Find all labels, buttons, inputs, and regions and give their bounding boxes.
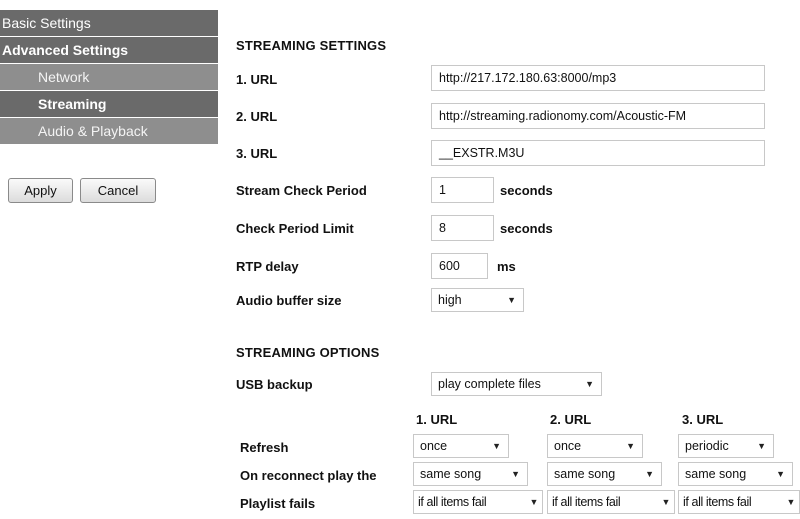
refresh-url3-select[interactable]: periodic ▼ [678, 434, 774, 458]
url2-input[interactable]: http://streaming.radionomy.com/Acoustic-… [431, 103, 765, 129]
url3-label: 3. URL [236, 146, 278, 161]
reconnect-url1-value: same song [420, 467, 482, 481]
stream-check-period-input[interactable]: 1 [431, 177, 494, 203]
url1-label: 1. URL [236, 72, 278, 87]
dropdown-arrow-icon: ▼ [511, 469, 520, 479]
refresh-url2-value: once [554, 439, 582, 453]
playlist-fails-url1-value: if all items fail [418, 495, 487, 509]
playlist-fails-url3-select[interactable]: if all items fail ▼ [678, 490, 800, 514]
dropdown-arrow-icon: ▼ [585, 379, 594, 389]
dropdown-arrow-icon: ▼ [507, 295, 516, 305]
playlist-fails-url3-value: if all items fail [683, 495, 752, 509]
audio-buffer-size-value: high [438, 293, 462, 307]
reconnect-url1-select[interactable]: same song ▼ [413, 462, 528, 486]
dropdown-arrow-icon: ▼ [786, 497, 795, 507]
stream-check-period-label: Stream Check Period [236, 183, 367, 198]
usb-backup-value: play complete files [438, 377, 541, 391]
dropdown-arrow-icon: ▼ [529, 497, 538, 507]
url3-input[interactable]: __EXSTR.M3U [431, 140, 765, 166]
nav-advanced-settings[interactable]: Advanced Settings [0, 37, 218, 64]
check-period-limit-unit: seconds [500, 221, 553, 236]
column-url1-header: 1. URL [416, 412, 458, 427]
stream-check-period-unit: seconds [500, 183, 553, 198]
reconnect-url3-select[interactable]: same song ▼ [678, 462, 793, 486]
streaming-options-heading: STREAMING OPTIONS [236, 345, 380, 360]
nav-network[interactable]: Network [0, 64, 218, 91]
nav-basic-settings[interactable]: Basic Settings [0, 10, 218, 37]
dropdown-arrow-icon: ▼ [626, 441, 635, 451]
usb-backup-label: USB backup [236, 377, 313, 392]
url2-label: 2. URL [236, 109, 278, 124]
reconnect-label: On reconnect play the [240, 468, 377, 483]
reconnect-url2-value: same song [554, 467, 616, 481]
check-period-limit-input[interactable]: 8 [431, 215, 494, 241]
playlist-fails-url2-value: if all items fail [552, 495, 621, 509]
url1-input[interactable]: http://217.172.180.63:8000/mp3 [431, 65, 765, 91]
column-url3-header: 3. URL [682, 412, 724, 427]
dropdown-arrow-icon: ▼ [492, 441, 501, 451]
refresh-url2-select[interactable]: once ▼ [547, 434, 643, 458]
reconnect-url2-select[interactable]: same song ▼ [547, 462, 662, 486]
dropdown-arrow-icon: ▼ [661, 497, 670, 507]
nav-audio-playback[interactable]: Audio & Playback [0, 118, 218, 145]
nav-streaming[interactable]: Streaming [0, 91, 218, 118]
playlist-fails-url2-select[interactable]: if all items fail ▼ [547, 490, 675, 514]
refresh-label: Refresh [240, 440, 289, 455]
rtp-delay-label: RTP delay [236, 259, 299, 274]
streaming-settings-heading: STREAMING SETTINGS [236, 38, 387, 53]
dropdown-arrow-icon: ▼ [645, 469, 654, 479]
dropdown-arrow-icon: ▼ [776, 469, 785, 479]
refresh-url1-select[interactable]: once ▼ [413, 434, 509, 458]
playlist-fails-url1-select[interactable]: if all items fail ▼ [413, 490, 543, 514]
column-url2-header: 2. URL [550, 412, 592, 427]
refresh-url3-value: periodic [685, 439, 729, 453]
apply-button[interactable]: Apply [8, 178, 73, 203]
cancel-button[interactable]: Cancel [80, 178, 156, 203]
usb-backup-select[interactable]: play complete files ▼ [431, 372, 602, 396]
check-period-limit-label: Check Period Limit [236, 221, 354, 236]
dropdown-arrow-icon: ▼ [757, 441, 766, 451]
rtp-delay-input[interactable]: 600 [431, 253, 488, 279]
playlist-fails-label: Playlist fails [240, 496, 316, 511]
reconnect-url3-value: same song [685, 467, 747, 481]
refresh-url1-value: once [420, 439, 448, 453]
rtp-delay-unit: ms [497, 259, 516, 274]
audio-buffer-size-select[interactable]: high ▼ [431, 288, 524, 312]
audio-buffer-size-label: Audio buffer size [236, 293, 342, 308]
